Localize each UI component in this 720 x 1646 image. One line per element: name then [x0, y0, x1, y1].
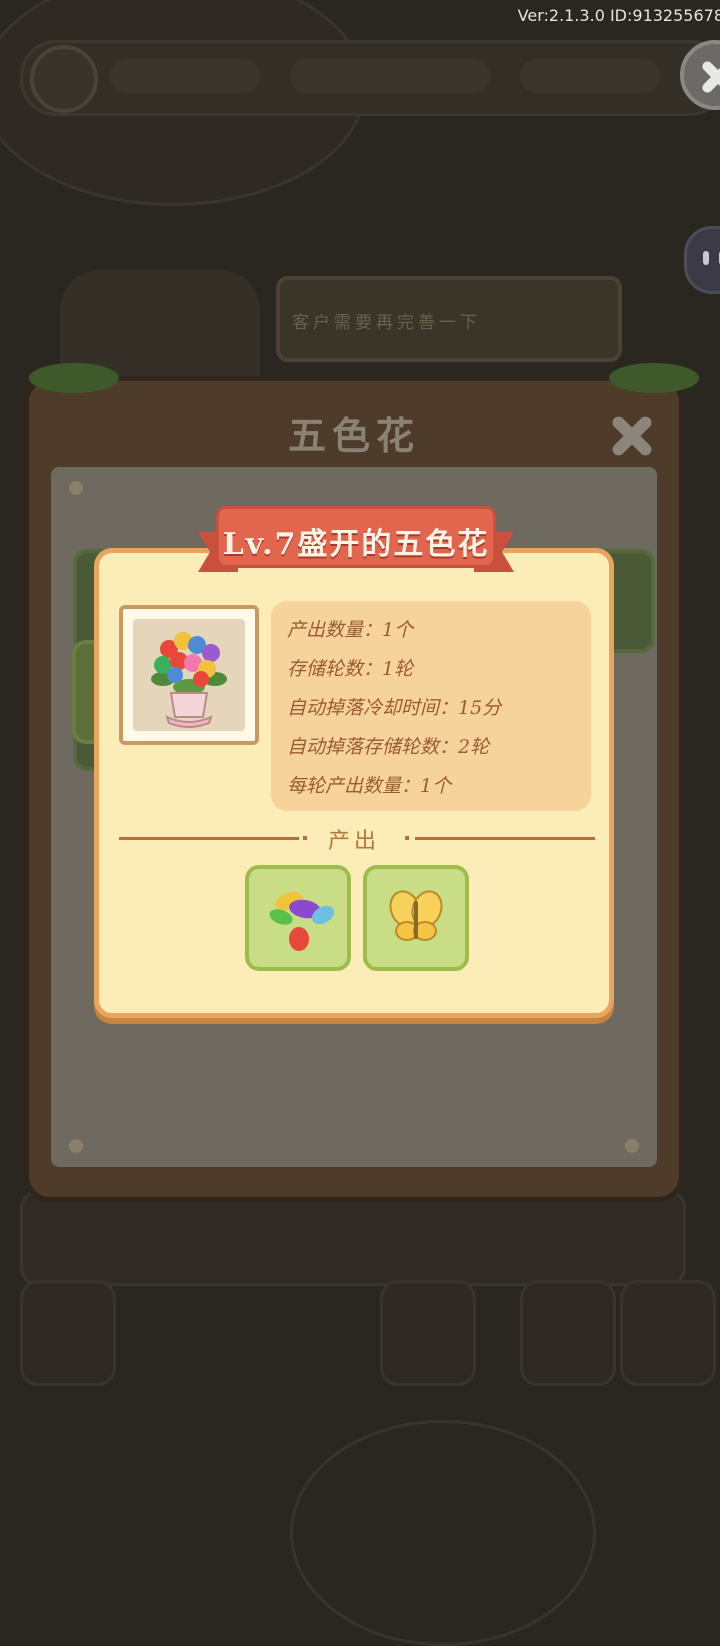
background-shape — [290, 1420, 596, 1646]
dock-button — [380, 1280, 476, 1386]
flower-detail-card: 产出数量：1个 存储轮数：1轮 自动掉落冷却时间：15分 自动掉落存储轮数：2轮… — [94, 548, 614, 1018]
flower-portrait — [119, 605, 259, 745]
stat-per-round-output: 每轮产出数量：1个 — [287, 775, 452, 797]
dock-button — [520, 1280, 616, 1386]
dock-button — [20, 1280, 116, 1386]
title-banner: Lv.7盛开的五色花 — [198, 506, 514, 578]
resource-chip — [110, 58, 260, 94]
output-slot-butterfly[interactable] — [363, 865, 469, 971]
divider-dot — [405, 836, 409, 840]
banner-body: Lv.7盛开的五色花 — [216, 506, 496, 568]
butterfly-icon — [389, 890, 443, 941]
background-info-bar — [20, 1190, 686, 1286]
resource-chip — [290, 58, 490, 94]
pin-icon — [69, 1139, 83, 1153]
bouquet-icon — [151, 632, 227, 728]
chat-bubble-icon[interactable] — [684, 226, 720, 294]
panel-title: 五色花 — [287, 413, 420, 458]
stat-auto-drop-storage: 自动掉落存储轮数：2轮 — [287, 736, 490, 758]
flower-level-title: Lv.7盛开的五色花 — [222, 527, 490, 562]
level-badge — [30, 45, 98, 113]
dock-button — [620, 1280, 716, 1386]
leaf-decoration — [29, 363, 119, 393]
stats-box: 产出数量：1个 存储轮数：1轮 自动掉落冷却时间：15分 自动掉落存储轮数：2轮… — [271, 601, 591, 811]
version-label: Ver:2.1.3.0 ID:913255678 — [517, 6, 720, 25]
petals-icon — [269, 892, 335, 951]
leaf-decoration — [609, 363, 699, 393]
divider-line — [415, 837, 595, 840]
pin-icon — [69, 481, 83, 495]
pin-icon — [625, 1139, 639, 1153]
output-slot-petals[interactable] — [245, 865, 351, 971]
stat-auto-drop-cooldown: 自动掉落冷却时间：15分 — [287, 697, 502, 719]
stat-storage-rounds: 存储轮数：1轮 — [287, 658, 414, 680]
panel-close-icon[interactable] — [607, 411, 657, 461]
resource-chip — [520, 58, 660, 94]
stat-output-count: 产出数量：1个 — [287, 619, 414, 641]
customer-speech-bubble: 客户需要再完善一下 — [276, 276, 622, 362]
